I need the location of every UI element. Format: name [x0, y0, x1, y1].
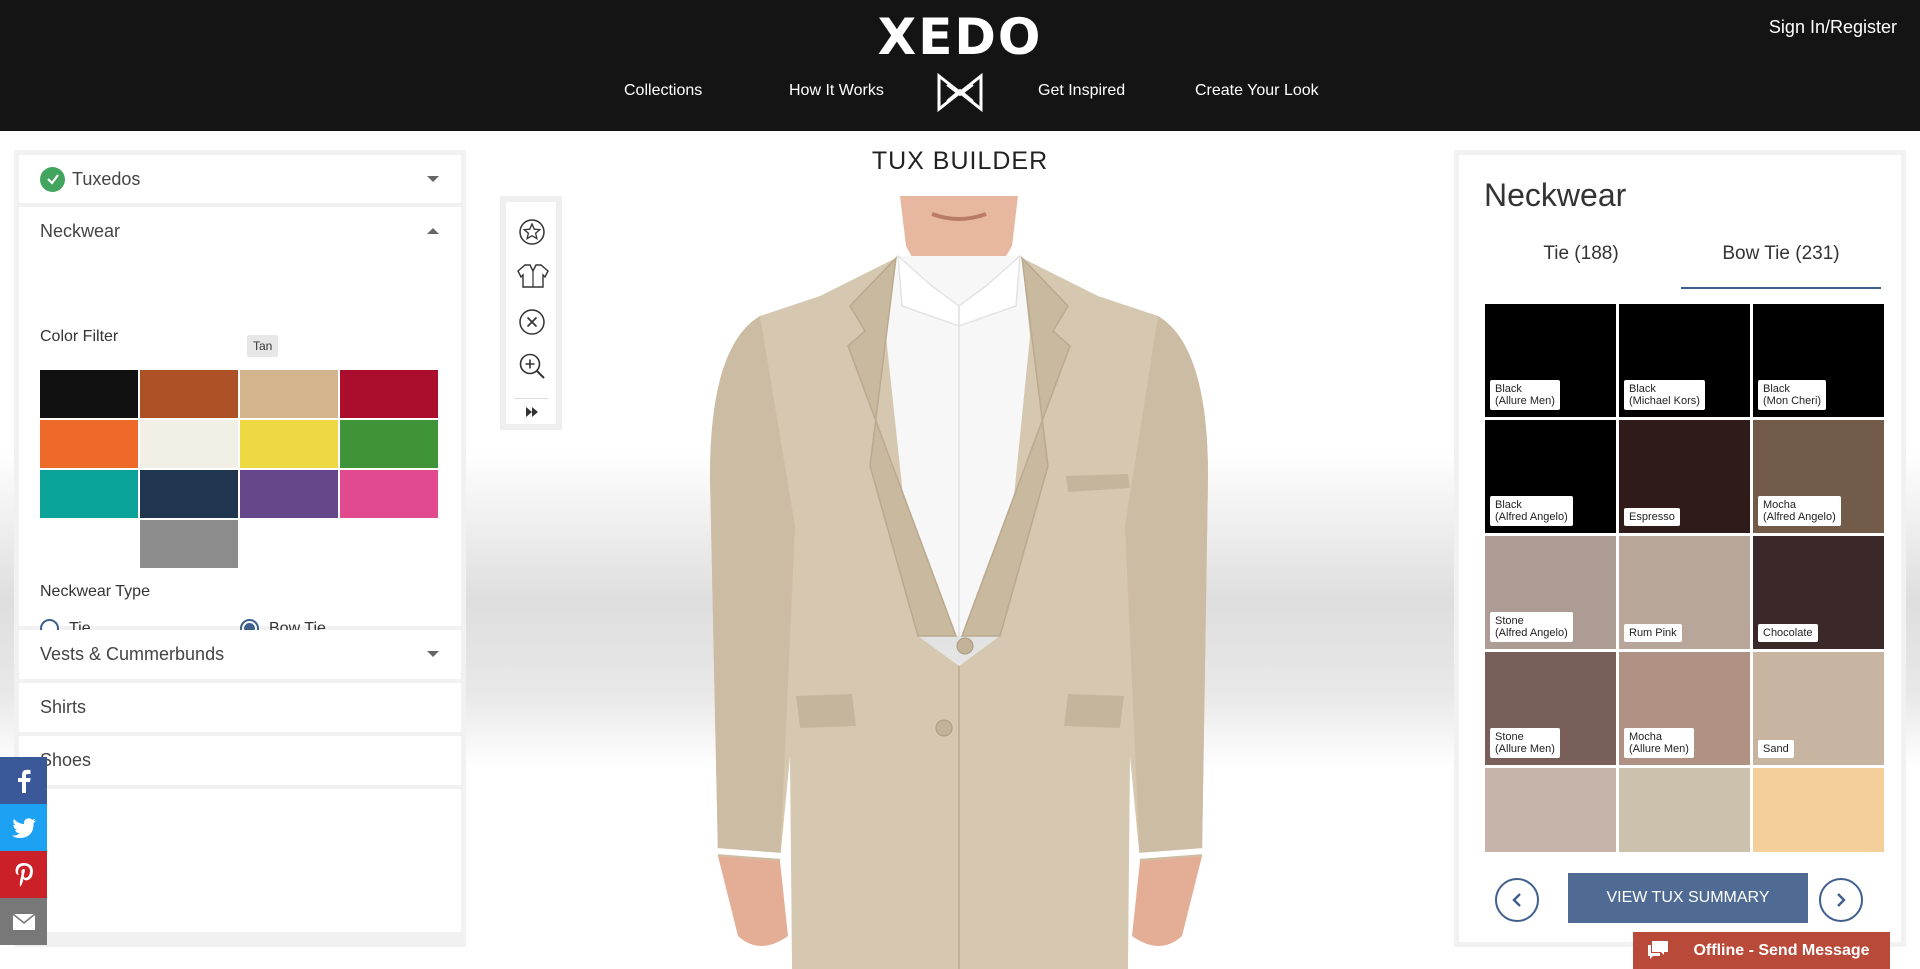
sign-in-register-link[interactable]: Sign In/Register: [1769, 17, 1897, 38]
color-swatch-grid: [40, 370, 440, 568]
builder-toolbar: [500, 196, 562, 430]
neckwear-tile-label: Rum Pink: [1624, 624, 1682, 642]
tab-tie[interactable]: Tie (188): [1481, 243, 1681, 265]
neckwear-tile[interactable]: Mocha (Alfred Angelo): [1753, 420, 1884, 533]
envelope-icon: [12, 913, 35, 930]
neckwear-tile[interactable]: Stone (Allure Men): [1485, 652, 1616, 765]
neckwear-tile[interactable]: Rum Pink: [1619, 536, 1750, 649]
shoes-section: Shoes: [19, 736, 461, 785]
tab-bow-tie[interactable]: Bow Tie (231): [1681, 243, 1881, 265]
neckwear-tile-label: Espresso: [1624, 508, 1680, 526]
chevron-down-icon: [427, 651, 439, 657]
neckwear-selection-panel: Neckwear Tie (188) Bow Tie (231) Black (…: [1454, 150, 1906, 947]
neckwear-tile-label: Chocolate: [1758, 624, 1818, 642]
shoes-label: Shoes: [40, 749, 92, 770]
offline-chat-button[interactable]: Offline - Send Message: [1633, 932, 1890, 969]
twitter-share-button[interactable]: [0, 804, 47, 851]
facebook-icon: [17, 769, 30, 793]
email-share-button[interactable]: [0, 898, 47, 945]
chevron-up-icon: [427, 228, 439, 234]
neckwear-tile-label: Stone (Alfred Angelo): [1490, 612, 1573, 642]
neckwear-tile[interactable]: Sand: [1753, 652, 1884, 765]
top-navigation-bar: XEDO Sign In/Register Collections How It…: [0, 0, 1920, 131]
shirts-section: Shirts: [19, 683, 461, 732]
shoes-header[interactable]: Shoes: [19, 736, 461, 784]
page: XEDO Sign In/Register Collections How It…: [0, 0, 1920, 969]
xedo-logo[interactable]: XEDO: [0, 8, 1920, 66]
panel-title: Neckwear: [1484, 177, 1627, 213]
chevron-left-icon: [1512, 893, 1521, 907]
bowtie-logo-icon[interactable]: [937, 71, 983, 114]
color-swatch-orange[interactable]: [40, 420, 138, 468]
neckwear-tile-label: Black (Allure Men): [1490, 380, 1560, 410]
color-swatch-navy[interactable]: [140, 470, 238, 518]
neckwear-type-label: Neckwear Type: [40, 583, 150, 600]
chevron-right-icon: [1837, 893, 1846, 907]
neckwear-tile[interactable]: [1753, 768, 1884, 852]
color-swatch-green[interactable]: [340, 420, 438, 468]
builder-options-panel: Tuxedos Neckwear Color Filter Tan Neckwe…: [14, 150, 466, 947]
color-swatch-black[interactable]: [40, 370, 138, 418]
chat-bubble-icon: [1648, 941, 1668, 959]
color-swatch-tan[interactable]: [240, 370, 338, 418]
previous-button[interactable]: [1495, 878, 1539, 922]
vests-section: Vests & Cummerbunds: [19, 630, 461, 679]
empty-section: [19, 789, 461, 932]
pinterest-share-button[interactable]: [0, 851, 47, 898]
color-swatch-yellow[interactable]: [240, 420, 338, 468]
neckwear-tile-label: Sand: [1758, 740, 1794, 758]
color-swatch-teal[interactable]: [40, 470, 138, 518]
neckwear-tile-label: Mocha (Alfred Angelo): [1758, 496, 1841, 526]
neckwear-section: Neckwear Color Filter Tan Neckwear Type …: [19, 207, 461, 638]
color-swatch-burgundy[interactable]: [340, 370, 438, 418]
neckwear-tile-label: Stone (Allure Men): [1490, 728, 1560, 758]
neckwear-tile[interactable]: Mocha (Allure Men): [1619, 652, 1750, 765]
chat-label: Offline - Send Message: [1693, 941, 1870, 959]
neckwear-header[interactable]: Neckwear: [19, 207, 461, 255]
swatch-tooltip: Tan: [247, 335, 279, 357]
nav-get-inspired[interactable]: Get Inspired: [1038, 82, 1125, 100]
neckwear-tile-label: Black (Michael Kors): [1624, 380, 1705, 410]
neckwear-tile-label: Black (Mon Cheri): [1758, 380, 1827, 410]
color-swatch-grey[interactable]: [140, 520, 238, 568]
next-button[interactable]: [1819, 878, 1863, 922]
neckwear-tile-label: Black (Alfred Angelo): [1490, 496, 1573, 526]
neckwear-tile[interactable]: Black (Mon Cheri): [1753, 304, 1884, 417]
close-icon[interactable]: [518, 308, 546, 336]
jacket-view-icon[interactable]: [516, 262, 550, 290]
neckwear-tile[interactable]: [1485, 768, 1616, 852]
neckwear-tile[interactable]: Black (Alfred Angelo): [1485, 420, 1616, 533]
pinterest-icon: [15, 862, 33, 887]
neckwear-tile[interactable]: [1619, 768, 1750, 852]
neckwear-label: Neckwear: [40, 220, 121, 241]
nav-create-your-look[interactable]: Create Your Look: [1195, 82, 1319, 100]
zoom-in-icon[interactable]: [518, 352, 546, 380]
nav-collections[interactable]: Collections: [624, 82, 702, 100]
color-swatch-pink[interactable]: [340, 470, 438, 518]
shirts-label: Shirts: [40, 696, 87, 717]
neckwear-tile[interactable]: Espresso: [1619, 420, 1750, 533]
chevron-down-icon: [427, 176, 439, 182]
view-tux-summary-button[interactable]: VIEW TUX SUMMARY: [1568, 873, 1808, 923]
neckwear-tile-label: Mocha (Allure Men): [1624, 728, 1694, 758]
shirts-header[interactable]: Shirts: [19, 683, 461, 731]
active-tab-indicator: [1681, 287, 1881, 289]
neckwear-tile[interactable]: Chocolate: [1753, 536, 1884, 649]
color-swatch-purple[interactable]: [240, 470, 338, 518]
favorite-star-icon[interactable]: [518, 218, 546, 246]
facebook-share-button[interactable]: [0, 757, 47, 804]
neckwear-tile-grid: Black (Allure Men) Black (Michael Kors) Bl…: [1485, 304, 1884, 852]
twitter-icon: [11, 817, 36, 838]
color-filter-label: Color Filter: [40, 328, 119, 345]
neckwear-tile[interactable]: Stone (Alfred Angelo): [1485, 536, 1616, 649]
nav-how-it-works[interactable]: How It Works: [789, 82, 884, 100]
neckwear-tile[interactable]: Black (Allure Men): [1485, 304, 1616, 417]
color-swatch-ivory[interactable]: [140, 420, 238, 468]
vests-header[interactable]: Vests & Cummerbunds: [19, 630, 461, 678]
tuxedo-preview-image: [710, 196, 1208, 969]
color-swatch-rust[interactable]: [140, 370, 238, 418]
neckwear-tile[interactable]: Black (Michael Kors): [1619, 304, 1750, 417]
fast-forward-icon[interactable]: [518, 404, 546, 420]
vests-label: Vests & Cummerbunds: [40, 643, 225, 664]
